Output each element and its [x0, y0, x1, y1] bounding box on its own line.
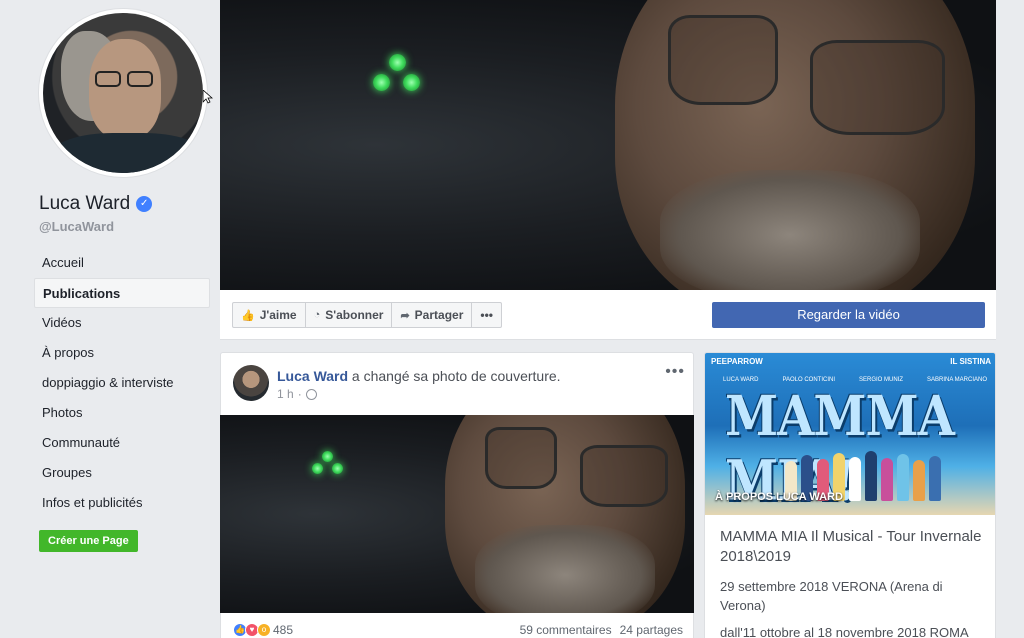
poster-brand-right: IL SISTINA	[950, 357, 991, 366]
watch-video-button[interactable]: Regarder la vidéo	[712, 302, 985, 328]
globe-icon[interactable]	[305, 388, 317, 400]
nav-item-infos-publicites[interactable]: Infos et publicités	[34, 488, 210, 518]
like-button[interactable]: 👍 J'aime	[233, 303, 306, 327]
about-card-line-2: dall'11 ottobre al 18 novembre 2018 ROMA	[720, 625, 969, 638]
cover-image	[220, 0, 996, 290]
poster-cast-name: PAOLO CONTICINI	[782, 377, 835, 383]
page-name-text[interactable]: Luca Ward	[39, 193, 130, 215]
avatar	[43, 13, 203, 173]
page-nav: Accueil Publications Vidéos À propos dop…	[34, 248, 210, 518]
about-card: PEEPARROW IL SISTINA LUCA WARD PAOLO CON…	[704, 352, 996, 638]
post-author-link[interactable]: Luca Ward	[277, 368, 348, 384]
profile-picture[interactable]	[39, 9, 207, 177]
comments-count[interactable]: 59 commentaires	[520, 623, 612, 637]
post-stats: 👍 ♥ o 485 59 commentaires 24 partages	[233, 623, 683, 637]
nav-item-doppiaggio[interactable]: doppiaggio & interviste	[34, 368, 210, 398]
thumbs-up-icon: 👍	[241, 309, 255, 322]
post-header: Luca Ward a changé sa photo de couvertur…	[277, 368, 561, 384]
page-handle[interactable]: @LucaWard	[39, 219, 114, 234]
post-timestamp[interactable]: 1 h	[277, 387, 294, 401]
share-arrow-icon: ➦	[400, 309, 410, 322]
reactions[interactable]: 👍 ♥ o	[233, 623, 271, 637]
poster-cast-names: LUCA WARD PAOLO CONTICINI SERGIO MUNIZ S…	[723, 377, 987, 383]
page-action-bar: 👍 J'aime ◔ S'abonner ➦ Partager ••• Rega…	[220, 290, 996, 340]
poster-cast-name: SABRINA MARCIANO	[926, 377, 987, 383]
post-image[interactable]	[220, 415, 694, 613]
share-label: Partager	[414, 308, 464, 322]
nav-item-accueil[interactable]: Accueil	[34, 248, 210, 278]
shares-count[interactable]: 24 partages	[620, 623, 683, 637]
post-author-avatar[interactable]	[233, 365, 269, 401]
nav-item-a-propos[interactable]: À propos	[34, 338, 210, 368]
page-name[interactable]: Luca Ward ✓	[39, 193, 153, 215]
more-options-button[interactable]: •••	[472, 303, 501, 327]
mouse-cursor-icon	[203, 90, 213, 104]
more-dots-icon: •••	[480, 308, 493, 322]
poster-cast-name: LUCA WARD	[723, 377, 759, 383]
post-meta: 1 h ·	[277, 387, 317, 401]
cover-photo[interactable]	[220, 0, 996, 290]
mamma-mia-poster[interactable]: PEEPARROW IL SISTINA LUCA WARD PAOLO CON…	[705, 353, 995, 515]
about-card-title[interactable]: MAMMA MIA Il Musical - Tour Invernale 20…	[720, 527, 984, 567]
nav-item-groupes[interactable]: Groupes	[34, 458, 210, 488]
nav-item-videos[interactable]: Vidéos	[34, 308, 210, 338]
create-page-button[interactable]: Créer une Page	[39, 530, 138, 552]
rss-icon: ◔	[313, 309, 321, 321]
action-button-group: 👍 J'aime ◔ S'abonner ➦ Partager •••	[232, 302, 502, 328]
like-label: J'aime	[259, 308, 297, 322]
post-card: Luca Ward a changé sa photo de couvertur…	[220, 352, 694, 638]
share-button[interactable]: ➦ Partager	[392, 303, 473, 327]
poster-brand-left: PEEPARROW	[711, 357, 763, 366]
follow-button[interactable]: ◔ S'abonner	[306, 303, 393, 327]
nav-item-communaute[interactable]: Communauté	[34, 428, 210, 458]
left-column: Luca Ward ✓ @LucaWard Accueil Publicatio…	[0, 0, 220, 638]
about-label: À PROPOS LUCA WARD	[715, 491, 843, 503]
nav-item-photos[interactable]: Photos	[34, 398, 210, 428]
post-action-text: a changé sa photo de couverture.	[348, 368, 561, 384]
follow-label: S'abonner	[325, 308, 384, 322]
wow-reaction-icon: o	[257, 623, 271, 637]
nav-item-publications[interactable]: Publications	[34, 278, 210, 308]
verified-badge-icon: ✓	[136, 196, 153, 212]
about-card-line-1: 29 settembre 2018 VERONA (Arena di Veron…	[720, 579, 943, 613]
poster-cast-name: SERGIO MUNIZ	[858, 377, 903, 383]
reaction-count[interactable]: 485	[273, 623, 293, 637]
post-menu-button[interactable]: •••	[665, 363, 685, 381]
